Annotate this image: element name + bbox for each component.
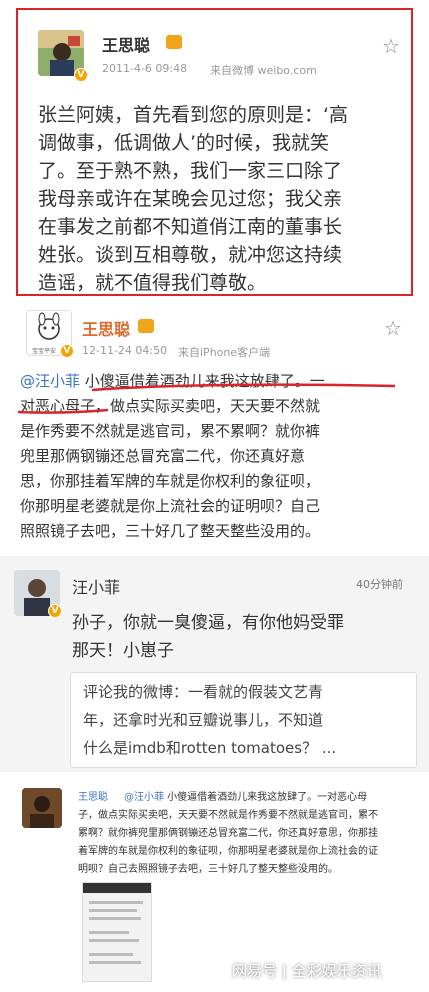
post-line: 在事发之前都不知道俏江南的董事长 <box>38 216 343 238</box>
verified-badge-icon: V <box>60 344 74 358</box>
repost-line: 子，做点实际买卖吧，天天要不然就是作秀要不然就是逃官司，累不 <box>78 810 378 821</box>
post-source: 来自iPhone客户端 <box>178 346 271 359</box>
username[interactable]: 王思聪 <box>78 792 108 803</box>
quote-line: 评论我的微博：一看就的假装文艺青 <box>83 683 324 701</box>
post-source: 来自微博 weibo.com <box>210 64 317 77</box>
vip-crown-icon <box>166 35 182 49</box>
favorite-star-icon[interactable]: ☆ <box>384 318 402 338</box>
thumb-line <box>89 909 137 912</box>
username[interactable]: 王思聪 <box>82 316 130 340</box>
verified-badge-icon: V <box>48 604 62 618</box>
post-line: 造谣，就不值得我们尊敬。 <box>38 272 267 294</box>
thumb-header <box>83 883 151 893</box>
post-line: 兜里那俩钢镚还总冒充富二代，你还真好意 <box>20 447 306 465</box>
avatar-caption: 宝宝平安 <box>32 348 57 355</box>
post-timestamp: 2011-4-6 09:48 <box>102 62 188 75</box>
vip-crown-icon <box>138 319 154 333</box>
repost-line: 明呗？自己去照照镜子去吧，三十好几了整天整些没用的。 <box>78 864 338 875</box>
watermark: 网易号 | 全彩娱乐资讯 <box>232 962 382 980</box>
comment-card: V 汪小菲 40分钟前 孙子，你就一臭傻逼，有你他妈受罪 那天！小崽子 评论我的… <box>0 556 429 772</box>
username[interactable]: 汪小菲 <box>72 574 120 598</box>
embedded-screenshot-thumbnail[interactable] <box>82 882 152 982</box>
post-line: 张兰阿姨，首先看到您的原则是：‘高 <box>38 104 349 126</box>
thumb-line <box>89 901 143 904</box>
post-line: 我母亲或许在某晚会见过您；我父亲 <box>38 188 343 210</box>
repost-first-line: 王思聪 @汪小菲 小傻逼借着酒劲儿来我这放肆了。一对恶心母 <box>78 788 367 803</box>
repost-line: 着军牌的车就是你权利的象征呗，你那明星老婆就是你上流社会的证 <box>78 846 378 857</box>
thumb-line <box>89 939 139 942</box>
weibo-screenshot-card: 王思聪 @汪小菲 小傻逼借着酒劲儿来我这放肆了。一对恶心母 子，做点实际买卖吧，天… <box>0 772 429 992</box>
post-line: 调做事，低调做人’的时候，我就笑 <box>38 132 330 154</box>
verified-badge-icon: V <box>74 68 88 82</box>
favorite-star-icon[interactable]: ☆ <box>382 36 400 56</box>
avatar-image <box>22 788 62 828</box>
quote-line: 年，还拿时光和豆瓣说事儿，不知道 <box>83 711 324 729</box>
thumb-line <box>89 953 133 956</box>
quoted-post-box[interactable]: 评论我的微博：一看就的假装文艺青 年，还拿时光和豆瓣说事儿，不知道 什么是imd… <box>70 672 417 768</box>
mention-link[interactable]: @汪小菲 <box>124 792 164 803</box>
avatar[interactable] <box>22 788 62 828</box>
post-timestamp: 12-11-24 04:50 <box>82 344 168 357</box>
post-line: 照照镜子去吧，三十好几了整天整些没用的。 <box>20 522 321 540</box>
thumb-line <box>89 917 141 920</box>
comment-line: 孙子，你就一臭傻逼，有你他妈受罪 <box>72 613 344 633</box>
thumb-line <box>89 961 141 964</box>
red-underline-annotation <box>17 383 396 414</box>
comment-time: 40分钟前 <box>356 578 403 591</box>
post-line: 你那明星老婆就是你上流社会的证明呗？自己 <box>20 497 321 515</box>
thumb-line <box>89 931 129 934</box>
quote-line: 什么是imdb和rotten tomatoes？ ... <box>83 739 337 757</box>
comment-line: 那天！小崽子 <box>72 641 174 661</box>
post-text: 小傻逼借着酒劲儿来我这放肆了。一对恶心母 <box>164 792 368 803</box>
post-line: 了。至于熟不熟，我们一家三口除了 <box>38 160 343 182</box>
repost-line: 累啊？就你裤兜里那俩钢镚还总冒充富二代，你还真好意思，你那挂 <box>78 828 378 839</box>
post-line: 思，你那挂着军牌的车就是你权利的象征呗， <box>20 472 321 490</box>
post-line: 姓张。谈到互相尊敬，就冲您这持续 <box>38 244 343 266</box>
weibo-post-card-2: 宝宝平安 V 王思聪 12-11-24 04:50 来自iPhone客户端 ☆ … <box>0 298 429 556</box>
username[interactable]: 王思聪 <box>102 32 150 56</box>
weibo-post-card-1: V 王思聪 2011-4-6 09:48 来自微博 weibo.com ☆ 张兰… <box>16 8 413 296</box>
post-line: 是作秀要不然就是逃官司，累不累啊？就你裤 <box>20 422 321 440</box>
